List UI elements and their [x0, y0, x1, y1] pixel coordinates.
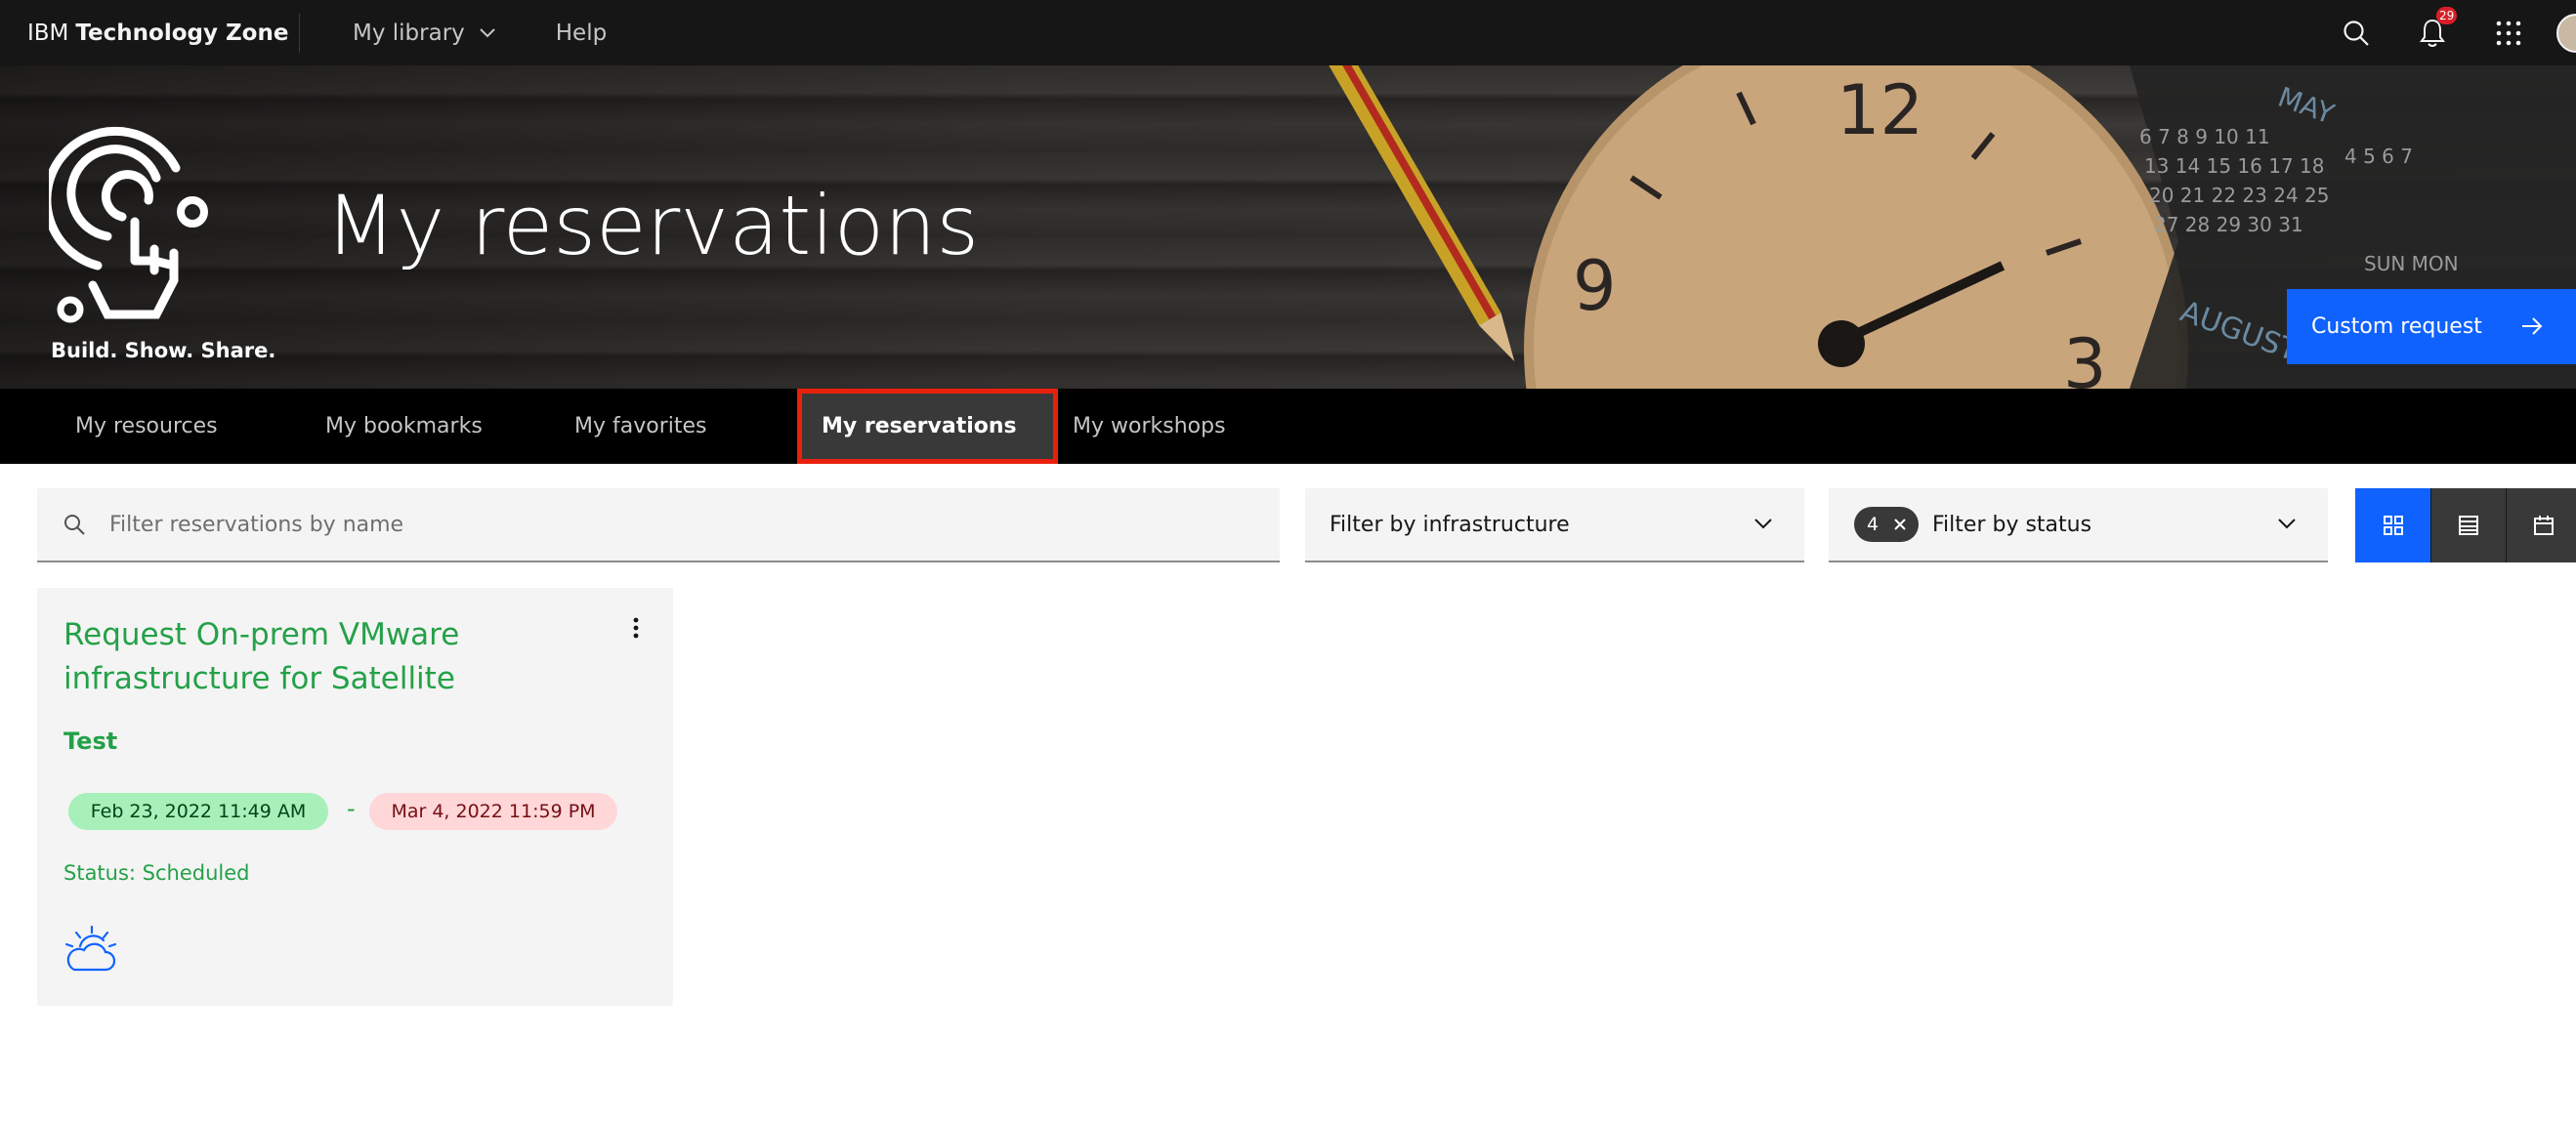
header-actions: 29: [2318, 0, 2576, 65]
status-filter-count-tag[interactable]: 4: [1854, 507, 1919, 542]
start-date-tag: Feb 23, 2022 11:49 AM: [68, 793, 328, 830]
custom-request-label: Custom request: [2311, 314, 2482, 339]
chevron-down-icon: [2278, 519, 2296, 529]
chevron-down-icon: [480, 27, 495, 37]
custom-request-button[interactable]: Custom request: [2287, 289, 2576, 364]
view-switcher: [2355, 488, 2576, 562]
hero-tagline: Build. Show. Share.: [51, 339, 276, 362]
app-switcher-icon[interactable]: [2470, 0, 2547, 65]
notification-icon[interactable]: 29: [2394, 0, 2470, 65]
help-link[interactable]: Help: [556, 0, 607, 65]
svg-text:4 5 6 7: 4 5 6 7: [2344, 145, 2413, 168]
status-filter-label: Filter by status: [1932, 512, 2092, 537]
date-separator: -: [347, 795, 356, 822]
svg-text:3: 3: [2063, 324, 2107, 389]
close-icon[interactable]: [1893, 518, 1907, 531]
end-date-tag: Mar 4, 2022 11:59 PM: [369, 793, 617, 830]
svg-text:6 7 8 9 10 11: 6 7 8 9 10 11: [2139, 125, 2270, 148]
tab-my-bookmarks[interactable]: My bookmarks: [325, 389, 483, 464]
brand-name: Technology Zone: [75, 20, 289, 46]
reservation-tabs: My resources My bookmarks My favorites M…: [0, 389, 2576, 464]
tab-my-resources[interactable]: My resources: [75, 389, 218, 464]
nav-divider: [299, 13, 300, 53]
reservation-card[interactable]: Request On-prem VMware infrastructure fo…: [37, 588, 673, 1006]
reservation-status: Status: Scheduled: [63, 861, 250, 885]
brand-logo[interactable]: IBM Technology Zone: [0, 0, 299, 65]
brand-prefix: IBM: [27, 20, 69, 46]
notification-count-badge: 29: [2436, 7, 2458, 24]
top-navigation-bar: IBM Technology Zone My library Help 29: [0, 0, 2576, 65]
chevron-down-icon: [1754, 519, 1772, 529]
page-title: My reservations: [325, 178, 980, 273]
search-icon[interactable]: [2318, 0, 2394, 65]
infrastructure-filter-label: Filter by infrastructure: [1330, 512, 1570, 537]
my-library-label: My library: [353, 20, 465, 46]
infrastructure-filter-dropdown[interactable]: Filter by infrastructure: [1305, 488, 1804, 562]
search-icon: [64, 515, 85, 535]
svg-text:20 21 22 23 24 25: 20 21 22 23 24 25: [2149, 184, 2329, 207]
overflow-menu-icon[interactable]: [632, 617, 640, 639]
reservation-title[interactable]: Request On-prem VMware infrastructure fo…: [63, 613, 640, 701]
tab-my-reservations[interactable]: My reservations: [797, 389, 1058, 464]
techzone-touch-logo: [49, 126, 208, 323]
arrow-right-icon: [2522, 317, 2543, 335]
search-input[interactable]: [109, 512, 1184, 537]
list-view-icon: [2459, 516, 2478, 535]
reservation-name: Test: [63, 728, 118, 755]
my-library-menu[interactable]: My library: [353, 0, 496, 65]
list-view-button[interactable]: [2430, 488, 2506, 562]
user-avatar[interactable]: [2556, 13, 2576, 53]
svg-text:13 14 15 16 17 18: 13 14 15 16 17 18: [2144, 154, 2324, 178]
search-field: [37, 488, 1280, 562]
status-filter-count: 4: [1867, 514, 1879, 535]
hero-banner: 12 9 3 AUGUST MAY 6 7 8 9 10 11 13 14 15…: [0, 65, 2576, 389]
grid-view-icon: [2383, 516, 2403, 535]
cloud-icon: [64, 925, 117, 972]
tab-my-favorites[interactable]: My favorites: [574, 389, 706, 464]
svg-text:27 28 29 30 31: 27 28 29 30 31: [2154, 213, 2303, 236]
calendar-view-icon: [2534, 516, 2554, 535]
svg-text:12: 12: [1837, 70, 1923, 150]
calendar-view-button[interactable]: [2506, 488, 2576, 562]
svg-text:SUN MON: SUN MON: [2364, 252, 2459, 275]
tab-my-workshops[interactable]: My workshops: [1073, 389, 1226, 464]
grid-view-button[interactable]: [2355, 488, 2430, 562]
svg-text:9: 9: [1573, 246, 1617, 326]
status-filter-dropdown[interactable]: 4 Filter by status: [1829, 488, 2328, 562]
